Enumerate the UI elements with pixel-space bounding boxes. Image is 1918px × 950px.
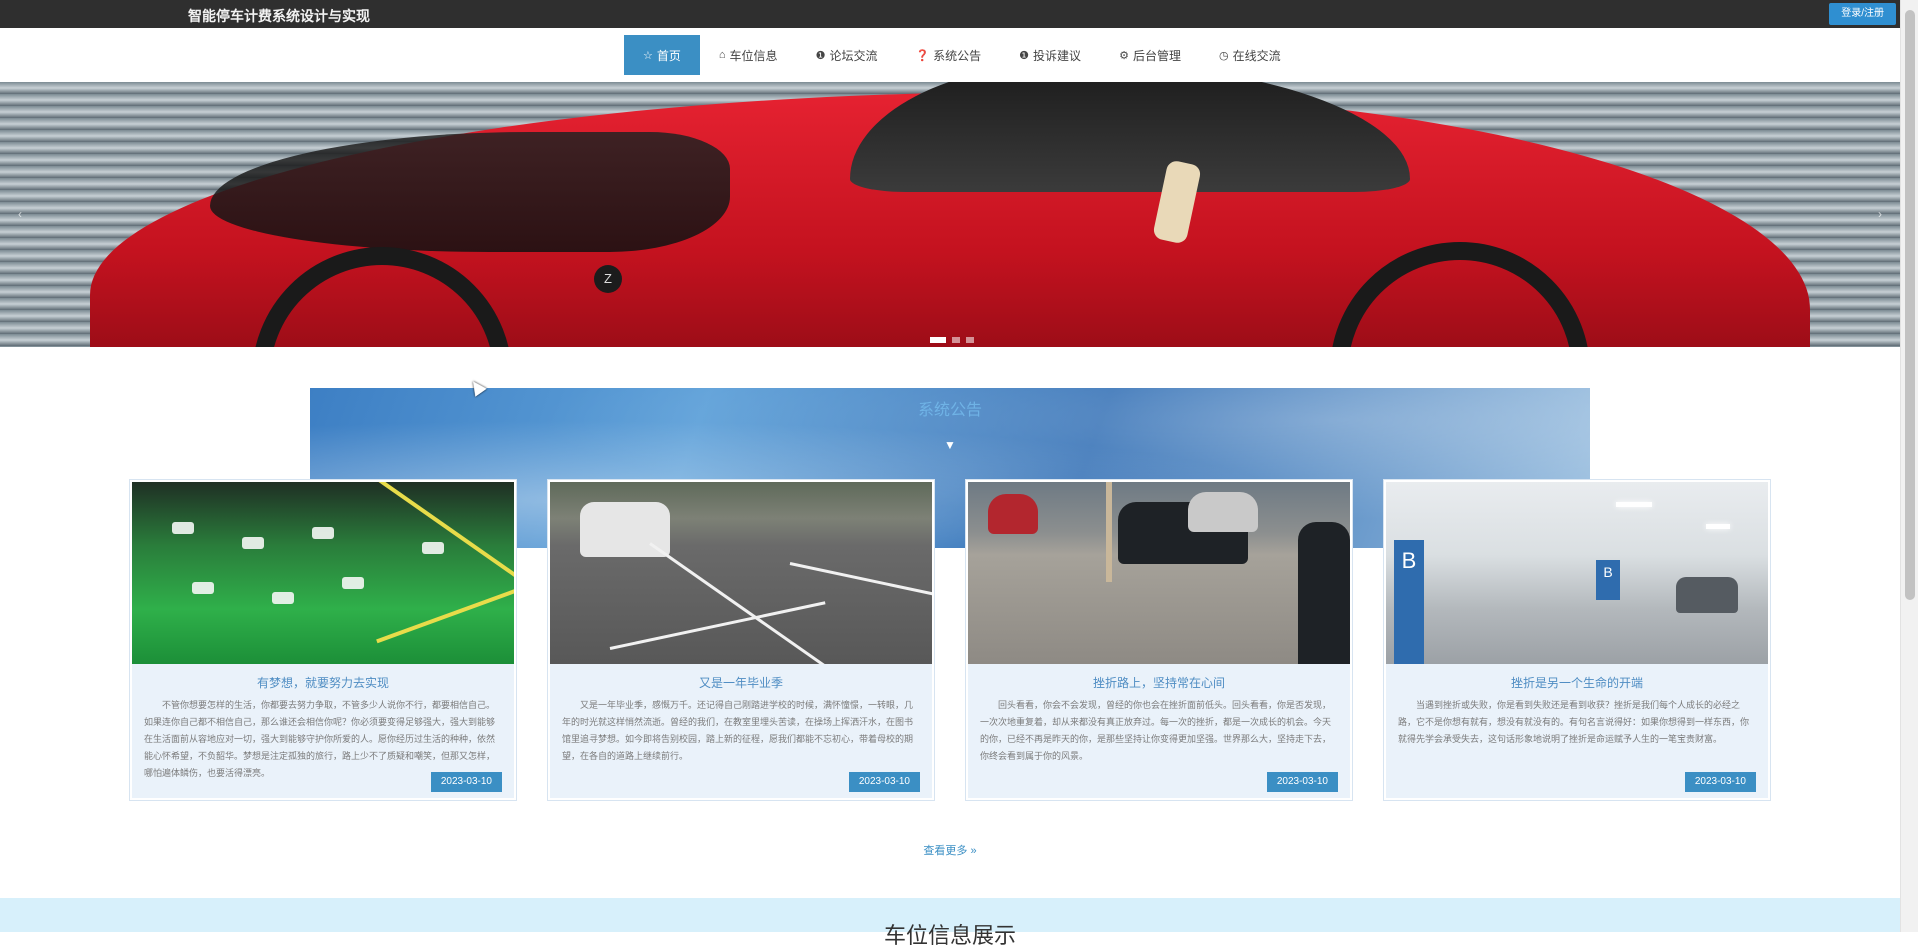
nav-item-label: 系统公告 (933, 48, 982, 63)
nav-item[interactable]: ◷ 在线交流 (1200, 35, 1300, 75)
info-icon: ❶ (815, 49, 826, 62)
login-register-button[interactable]: 登录/注册 (1829, 3, 1896, 25)
nav-item[interactable]: ❶ 论坛交流 (797, 35, 897, 75)
home-icon: ⌂ (718, 49, 726, 61)
announcement-card[interactable]: 挫折路上，坚持常在心间 回头看看，你会不会发现，曾经的你也会在挫折面前低头。回头… (966, 480, 1352, 800)
announcement-card[interactable]: 有梦想，就要努力去实现 不管你想要怎样的生活，你都要去努力争取，不管多少人说你不… (130, 480, 516, 800)
nav-item[interactable]: ☆ 首页 (624, 35, 700, 75)
card-date-badge: 2023-03-10 (1684, 772, 1756, 792)
car-window (850, 82, 1410, 192)
banner-indicator-dot[interactable] (966, 337, 974, 343)
section-title: 系统公告 (917, 402, 982, 419)
nav-item-label: 投诉建议 (1033, 48, 1082, 63)
banner-indicator-dot[interactable] (930, 337, 946, 343)
top-bar: 智能停车计费系统设计与实现 登录/注册 (0, 0, 1900, 28)
main-nav: ☆ 首页 ⌂ 车位信息 ❶ 论坛交流 ❓ 系统公告 ❶ 投诉建议 ⚙ 后台管理 ◷ 在线交流 (0, 28, 1900, 82)
announcement-cards: 有梦想，就要努力去实现 不管你想要怎样的生活，你都要去努力争取，不管多少人说你不… (130, 480, 1770, 810)
card-date-badge: 2023-03-10 (1266, 772, 1338, 792)
nav-item[interactable]: ⌂ 车位信息 (700, 35, 797, 75)
star-icon: ☆ (643, 49, 653, 62)
nav-item-label: 车位信息 (729, 48, 778, 63)
announcement-card[interactable]: B B 挫折是另一个生命的开端 当遇到挫折或失败，你是看到失败还是看到收获？挫折… (1384, 480, 1770, 800)
vertical-scrollbar[interactable] (1900, 0, 1918, 932)
card-image-parking-lot (968, 482, 1350, 664)
chat-icon: ◷ (1218, 49, 1229, 62)
card-image-indoor-garage: B B (1386, 482, 1768, 664)
chevron-down-icon: ▼ (944, 438, 956, 452)
nav-item-label: 论坛交流 (829, 48, 878, 63)
card-image-garage (132, 482, 514, 664)
parking-info-title: 车位信息展示 (883, 923, 1016, 948)
view-more-link[interactable]: 查看更多 » (0, 842, 1900, 858)
banner-next-arrow-icon[interactable]: › (1878, 207, 1882, 221)
scrollbar-thumb[interactable] (1905, 10, 1915, 600)
nav-item-label: 后台管理 (1132, 48, 1181, 63)
settings-icon: ⚙ (1119, 49, 1129, 62)
card-image-street (550, 482, 932, 664)
card-title[interactable]: 又是一年毕业季 (550, 674, 932, 691)
card-title[interactable]: 挫折路上，坚持常在心间 (968, 674, 1350, 691)
parking-info-section: 车位信息展示 (0, 898, 1900, 948)
announcement-card[interactable]: 又是一年毕业季 又是一年毕业季，感慨万千。还记得自己刚踏进学校的时候，满怀憧憬，… (548, 480, 934, 800)
banner-carousel[interactable]: Z ‹ › (0, 82, 1900, 347)
nav-item[interactable]: ❶ 投诉建议 (1000, 35, 1100, 75)
card-date-badge: 2023-03-10 (848, 772, 920, 792)
banner-indicator-dot[interactable] (952, 337, 960, 343)
question-icon: ❓ (915, 49, 930, 62)
card-date-badge: 2023-03-10 (430, 772, 502, 792)
nav-item[interactable]: ⚙ 后台管理 (1100, 35, 1200, 75)
info-icon: ❶ (1019, 49, 1030, 62)
banner-prev-arrow-icon[interactable]: ‹ (18, 207, 22, 221)
site-title: 智能停车计费系统设计与实现 (188, 8, 370, 24)
nav-item-label: 首页 (656, 48, 681, 63)
card-title[interactable]: 挫折是另一个生命的开端 (1386, 674, 1768, 691)
nav-item-label: 在线交流 (1232, 48, 1281, 63)
banner-indicators (930, 337, 974, 343)
car-hood (210, 132, 730, 252)
card-title[interactable]: 有梦想，就要努力去实现 (132, 674, 514, 691)
nav-item[interactable]: ❓ 系统公告 (896, 35, 1000, 75)
nav-bar: ☆ 首页 ⌂ 车位信息 ❶ 论坛交流 ❓ 系统公告 ❶ 投诉建议 ⚙ 后台管理 ◷ 在线交流 (624, 35, 1300, 75)
z-badge-icon: Z (594, 265, 622, 293)
